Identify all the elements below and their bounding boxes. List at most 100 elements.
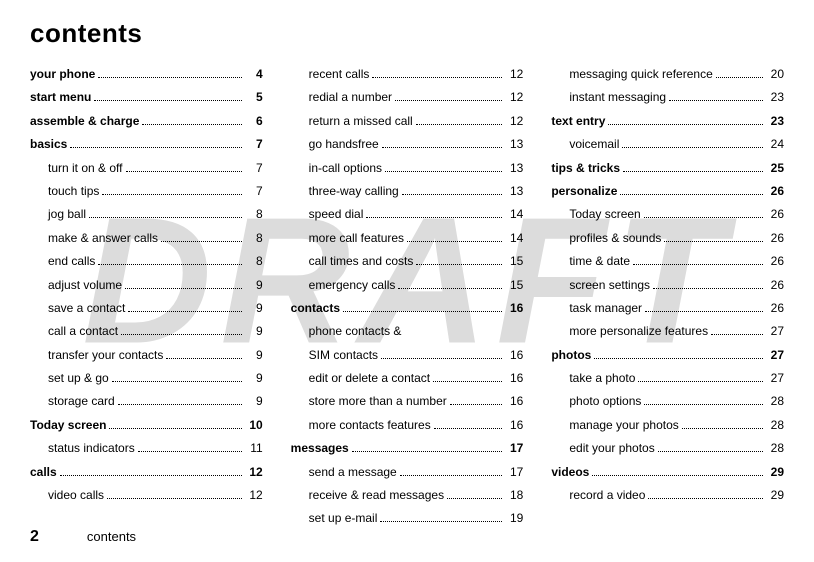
toc-leader-dots	[416, 118, 503, 125]
toc-entry-item: save a contact9	[30, 297, 263, 320]
toc-label: screen settings	[551, 274, 650, 297]
toc-label: photo options	[551, 390, 641, 413]
toc-page: 23	[766, 86, 784, 109]
toc-entry-item: call a contact9	[30, 320, 263, 343]
toc-label: instant messaging	[551, 86, 666, 109]
toc-leader-dots	[138, 446, 242, 453]
toc-leader-dots	[594, 352, 763, 359]
toc-label: your phone	[30, 63, 95, 86]
toc-entry-section: contacts16	[291, 297, 524, 320]
toc-label: make & answer calls	[30, 227, 158, 250]
page-content: contents your phone4start menu5assemble …	[0, 0, 814, 541]
toc-leader-dots	[645, 305, 763, 312]
toc-leader-dots	[94, 95, 241, 102]
toc-label: speed dial	[291, 203, 364, 226]
toc-label: go handsfree	[291, 133, 379, 156]
toc-entry-section: your phone 4	[30, 63, 263, 86]
toc-label: edit your photos	[551, 437, 654, 460]
toc-leader-dots	[385, 165, 502, 172]
toc-leader-dots	[343, 305, 502, 312]
toc-label: set up e-mail	[291, 507, 378, 530]
toc-label: end calls	[30, 250, 95, 273]
toc-label: save a contact	[30, 297, 125, 320]
toc-leader-dots	[622, 142, 763, 149]
toc-label: manage your photos	[551, 414, 678, 437]
toc-leader-dots	[382, 142, 503, 149]
toc-leader-dots	[161, 235, 242, 242]
toc-page: 9	[245, 274, 263, 297]
toc-page: 15	[505, 250, 523, 273]
toc-label: redial a number	[291, 86, 392, 109]
toc-label: videos	[551, 461, 589, 484]
toc-leader-dots	[395, 95, 502, 102]
toc-label: storage card	[30, 390, 115, 413]
toc-page: 27	[766, 367, 784, 390]
toc-entry-item: more call features14	[291, 227, 524, 250]
toc-entry-item: in-call options13	[291, 157, 524, 180]
toc-leader-dots	[98, 71, 241, 78]
toc-leader-dots	[107, 492, 242, 499]
toc-entry-item: store more than a number16	[291, 390, 524, 413]
toc-label: touch tips	[30, 180, 99, 203]
toc-page: 20	[766, 63, 784, 86]
toc-label: emergency calls	[291, 274, 396, 297]
toc-label: edit or delete a contact	[291, 367, 430, 390]
toc-page: 7	[245, 180, 263, 203]
toc-entry-item: set up e-mail19	[291, 507, 524, 530]
toc-entry-item: make & answer calls 8	[30, 227, 263, 250]
toc-leader-dots	[352, 446, 503, 453]
toc-leader-dots	[166, 352, 241, 359]
toc-leader-dots	[118, 399, 242, 406]
toc-column-3: messaging quick reference20instant messa…	[551, 63, 784, 531]
toc-label: SIM contacts	[291, 344, 378, 367]
toc-label: photos	[551, 344, 591, 367]
toc-page: 12	[505, 63, 523, 86]
toc-page: 26	[766, 274, 784, 297]
toc-columns: your phone4start menu5assemble & charge6…	[30, 63, 784, 531]
toc-leader-dots	[433, 375, 502, 382]
toc-page: 8	[245, 227, 263, 250]
toc-leader-dots	[112, 375, 242, 382]
toc-entry-section: calls12	[30, 461, 263, 484]
toc-leader-dots	[620, 188, 763, 195]
toc-leader-dots	[125, 282, 242, 289]
toc-page: 29	[766, 484, 784, 507]
toc-label: contacts	[291, 297, 340, 320]
toc-leader-dots	[608, 118, 763, 125]
toc-page: 26	[766, 180, 784, 203]
toc-entry-item: task manager26	[551, 297, 784, 320]
toc-leader-dots	[102, 188, 241, 195]
toc-entry-section: videos29	[551, 461, 784, 484]
toc-label: turn it on & off	[30, 157, 123, 180]
toc-entry-section: Today screen10	[30, 414, 263, 437]
toc-leader-dots	[121, 329, 242, 336]
toc-entry-item: touch tips 7	[30, 180, 263, 203]
toc-leader-dots	[60, 469, 242, 476]
toc-column-1: your phone4start menu5assemble & charge6…	[30, 63, 263, 531]
toc-page: 9	[245, 390, 263, 413]
toc-entry-item: photo options28	[551, 390, 784, 413]
toc-leader-dots	[89, 212, 242, 219]
toc-entry-item: turn it on & off7	[30, 157, 263, 180]
toc-entry-item: adjust volume9	[30, 274, 263, 297]
toc-page: 17	[505, 437, 523, 460]
toc-entry-item: instant messaging 23	[551, 86, 784, 109]
toc-page: 9	[245, 367, 263, 390]
toc-entry-item: take a photo27	[551, 367, 784, 390]
toc-page: 4	[245, 63, 263, 86]
toc-label: send a message	[291, 461, 397, 484]
toc-page: 14	[505, 227, 523, 250]
toc-entry-section: messages17	[291, 437, 524, 460]
toc-page: 15	[505, 274, 523, 297]
toc-label: assemble & charge	[30, 110, 139, 133]
toc-label: calls	[30, 461, 57, 484]
toc-leader-dots	[658, 446, 763, 453]
toc-page: 13	[505, 180, 523, 203]
toc-entry-item: call times and costs15	[291, 250, 524, 273]
toc-leader-dots	[70, 142, 241, 149]
toc-leader-dots	[434, 422, 503, 429]
toc-leader-dots	[633, 259, 763, 266]
toc-label: status indicators	[30, 437, 135, 460]
toc-entry-item: receive & read messages18	[291, 484, 524, 507]
toc-leader-dots	[648, 492, 763, 499]
